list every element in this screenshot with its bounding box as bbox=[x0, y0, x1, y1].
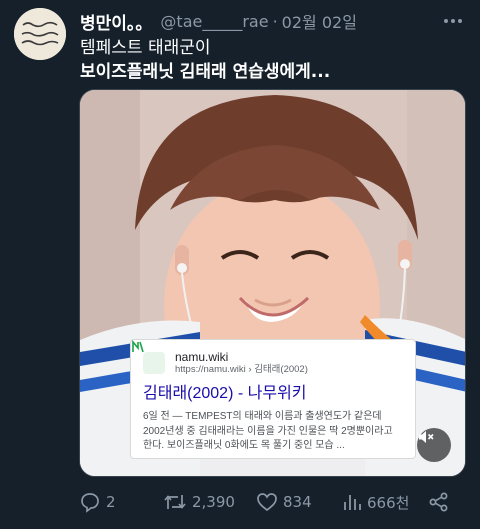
card-site: namu.wiki bbox=[175, 350, 229, 364]
user-handle[interactable]: @tae_____rae bbox=[160, 12, 268, 31]
like-count: 834 bbox=[283, 493, 312, 511]
card-url[interactable]: https://namu.wiki › 김태래(2002) bbox=[175, 364, 308, 376]
tweet-date[interactable]: 02월 02일 bbox=[282, 9, 357, 33]
views-button[interactable]: 666천 bbox=[342, 488, 409, 516]
display-name[interactable]: 병만이。。 bbox=[80, 9, 152, 34]
share-icon bbox=[429, 492, 448, 512]
mute-icon[interactable] bbox=[417, 428, 451, 462]
card-source: namu.wiki https://namu.wiki › 김태래(2002) bbox=[132, 340, 403, 376]
avatar[interactable] bbox=[14, 8, 66, 60]
reply-count: 2 bbox=[106, 493, 116, 511]
tweet-text: 템페스트 태래군이 보이즈플래닛 김태래 연습생에게... bbox=[80, 36, 466, 84]
tweet-video[interactable]: namu.wiki https://namu.wiki › 김태래(2002) … bbox=[79, 89, 466, 477]
avatar-image bbox=[14, 8, 66, 60]
tweet-text-line-2: 보이즈플래닛 김태래 연습생에게... bbox=[80, 62, 331, 82]
views-count: 666천 bbox=[367, 493, 410, 512]
card-source-text: namu.wiki https://namu.wiki › 김태래(2002) bbox=[175, 350, 308, 376]
tweet-header: 병만이。。 @tae_____rae · 02월 02일 bbox=[80, 8, 466, 34]
separator: · bbox=[272, 11, 278, 31]
card-snippet: 6일 전 — TEMPEST의 태래와 이름과 출생연도가 같은데 2002년생… bbox=[143, 411, 393, 451]
reply-icon bbox=[81, 493, 99, 513]
more-icon[interactable] bbox=[440, 8, 466, 34]
views-icon bbox=[344, 495, 361, 510]
card-title[interactable]: 김태래(2002) - 나무위키 bbox=[143, 384, 403, 404]
retweet-icon bbox=[164, 495, 186, 509]
share-button[interactable] bbox=[428, 488, 455, 516]
reply-button[interactable]: 2 bbox=[79, 488, 116, 516]
retweet-count: 2,390 bbox=[192, 493, 235, 511]
namu-favicon-icon bbox=[132, 340, 165, 374]
tweet[interactable]: 병만이。。 @tae_____rae · 02월 02일 템페스트 태래군이 보… bbox=[0, 0, 480, 529]
heart-icon bbox=[257, 493, 277, 512]
tweet-actions: 2 2,390 834 666천 bbox=[79, 488, 454, 516]
tweet-text-line-1: 템페스트 태래군이 bbox=[80, 38, 211, 58]
retweet-button[interactable]: 2,390 bbox=[163, 488, 235, 516]
search-result-card[interactable]: namu.wiki https://namu.wiki › 김태래(2002) … bbox=[130, 339, 416, 459]
like-button[interactable]: 834 bbox=[256, 488, 312, 516]
